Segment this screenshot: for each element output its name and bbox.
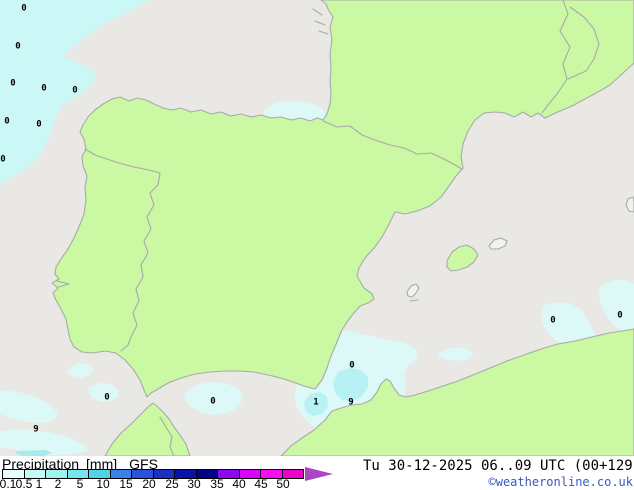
station-value: 0 bbox=[104, 393, 109, 403]
scale-label-2: 2 bbox=[55, 479, 62, 490]
station-value: 9 bbox=[348, 398, 353, 408]
scale-label-50: 50 bbox=[276, 479, 289, 490]
scale-label-45: 45 bbox=[254, 479, 267, 490]
scale-label-35: 35 bbox=[210, 479, 223, 490]
scale-label-20: 20 bbox=[142, 479, 155, 490]
station-value: 0 bbox=[41, 84, 46, 94]
scale-label-25: 25 bbox=[165, 479, 178, 490]
station-value: 0 bbox=[10, 79, 15, 89]
scale-label-10: 10 bbox=[96, 479, 109, 490]
scale-label-0.1: 0.1 bbox=[0, 479, 16, 490]
station-value: 0 bbox=[21, 4, 26, 14]
scale-label-30: 30 bbox=[187, 479, 200, 490]
scale-label-15: 15 bbox=[119, 479, 132, 490]
forecast-datetime: Tu 30-12-2025 06..09 UTC (00+129) bbox=[363, 458, 634, 474]
scale-label-5: 5 bbox=[77, 479, 84, 490]
station-value: 0 bbox=[550, 316, 555, 326]
station-value: 0 bbox=[15, 42, 20, 52]
legend-bar: Precipitation[mm]GFS 0.10.51251015202530… bbox=[0, 456, 634, 490]
colorbar-labels: 0.10.5125101520253035404550 bbox=[0, 479, 340, 490]
scale-label-40: 40 bbox=[232, 479, 245, 490]
station-value: 9 bbox=[33, 425, 38, 435]
precipitation-map: 0 0 0 0 0 0 0 0 0 9 0 1 9 0 0 0 bbox=[0, 0, 634, 456]
credit-text: ©weatheronline.co.uk bbox=[489, 475, 634, 489]
scale-label-0.5: 0.5 bbox=[16, 479, 33, 490]
station-value: 0 bbox=[617, 311, 622, 321]
weather-map-page: 0000000009019000 Precipitation[mm]GFS 0.… bbox=[0, 0, 634, 490]
station-value: 0 bbox=[36, 120, 41, 130]
station-value: 0 bbox=[349, 361, 354, 371]
station-value: 0 bbox=[0, 155, 5, 165]
station-value: 0 bbox=[4, 117, 9, 127]
station-value: 0 bbox=[210, 397, 215, 407]
station-value: 1 bbox=[313, 398, 318, 408]
scale-label-1: 1 bbox=[36, 479, 43, 490]
station-value: 0 bbox=[72, 86, 77, 96]
